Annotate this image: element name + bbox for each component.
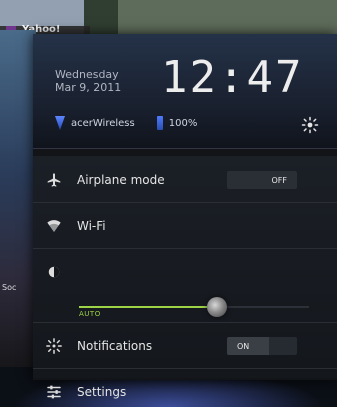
settings-card: Airplane mode OFF Wi-Fi AUTO Notificatio… [33,156,337,399]
brightness-icon[interactable] [301,116,319,134]
settings-icon [45,383,63,401]
wifi-label: Wi-Fi [77,219,106,233]
weekday: Wednesday [55,68,119,81]
quick-settings-panel: Wednesday Mar 9, 2011 12:47 acerWireless… [33,34,337,399]
wifi-icon-svg [47,220,61,232]
notifications-icon [45,337,63,355]
brightness-row[interactable] [33,250,337,294]
notifications-row[interactable]: Notifications ON [33,324,337,368]
brightness-knob[interactable] [207,297,227,317]
airplane-label: Airplane mode [77,173,165,187]
status-panel-screen: Yahoo! Soc Wednesday Mar 9, 2011 12:47 a… [0,0,337,407]
notifications-icon-svg [46,338,62,354]
brightness-icon [45,263,63,281]
divider [33,202,337,203]
clock-time: 12:47 [161,52,304,103]
airplane-icon [45,171,63,189]
network-name: acerWireless [71,117,135,129]
settings-label: Settings [77,385,127,399]
brightness-fill [79,306,207,308]
brightness-auto-label[interactable]: AUTO [79,310,101,318]
wifi-icon [45,217,63,235]
airplane-toggle-state: OFF [271,175,288,185]
wifi-row[interactable]: Wi-Fi [33,204,337,248]
date: Mar 9, 2011 [55,81,122,94]
notifications-label: Notifications [77,339,153,353]
clock-card: Wednesday Mar 9, 2011 12:47 acerWireless… [33,34,337,149]
settings-icon-svg [47,385,61,399]
brightness-icon-svg [48,266,60,278]
wifi-icon [55,116,65,130]
airplane-icon-svg [47,173,61,187]
battery-icon [156,116,163,130]
settings-row[interactable]: Settings [33,370,337,407]
background-left-label: Soc [2,283,17,292]
brightness-slider[interactable]: AUTO [79,292,309,320]
divider [33,322,337,323]
date-block: Wednesday Mar 9, 2011 [55,68,121,94]
background-left-wallpaper [0,30,36,390]
divider [33,248,337,249]
airplane-row[interactable]: Airplane mode OFF [33,158,337,202]
notifications-toggle[interactable]: ON [227,337,297,355]
notifications-toggle-state: ON [237,341,250,351]
status-row: acerWireless 100% [55,116,197,130]
divider [33,368,337,369]
battery-percent: 100% [168,117,198,129]
airplane-toggle[interactable]: OFF [227,171,297,189]
